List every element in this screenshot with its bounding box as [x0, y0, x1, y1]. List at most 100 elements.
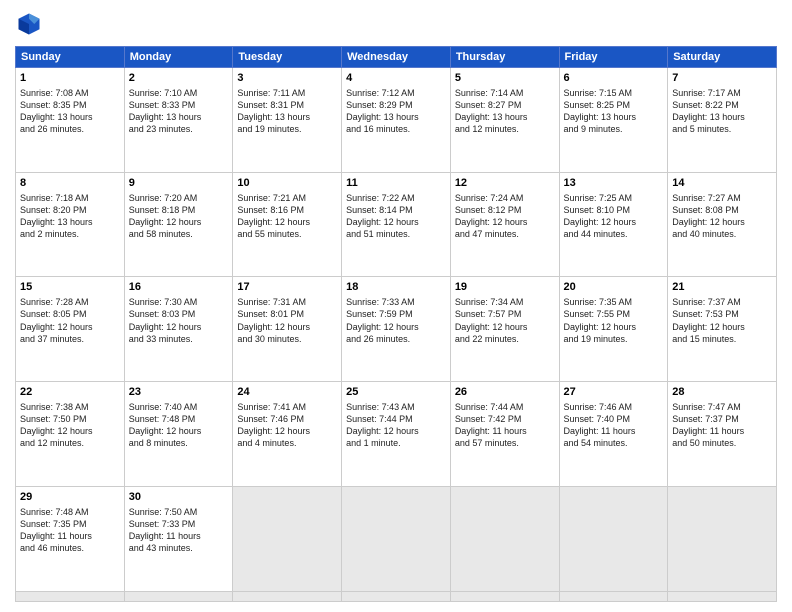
day-info: Sunrise: 7:08 AMSunset: 8:35 PMDaylight:…	[20, 87, 120, 136]
day-info: Sunrise: 7:10 AMSunset: 8:33 PMDaylight:…	[129, 87, 229, 136]
day-info: Sunrise: 7:38 AMSunset: 7:50 PMDaylight:…	[20, 401, 120, 450]
header	[15, 10, 777, 38]
day-number: 29	[20, 490, 120, 505]
calendar-cell: 15Sunrise: 7:28 AMSunset: 8:05 PMDayligh…	[16, 277, 125, 382]
calendar-cell: 19Sunrise: 7:34 AMSunset: 7:57 PMDayligh…	[450, 277, 559, 382]
weekday-header-row: SundayMondayTuesdayWednesdayThursdayFrid…	[16, 47, 777, 68]
day-info: Sunrise: 7:31 AMSunset: 8:01 PMDaylight:…	[237, 296, 337, 345]
calendar-cell	[342, 486, 451, 591]
calendar-cell: 27Sunrise: 7:46 AMSunset: 7:40 PMDayligh…	[559, 382, 668, 487]
day-number: 9	[129, 176, 229, 191]
day-info: Sunrise: 7:37 AMSunset: 7:53 PMDaylight:…	[672, 296, 772, 345]
day-info: Sunrise: 7:27 AMSunset: 8:08 PMDaylight:…	[672, 192, 772, 241]
day-number: 30	[129, 490, 229, 505]
day-number: 4	[346, 71, 446, 86]
calendar-cell: 16Sunrise: 7:30 AMSunset: 8:03 PMDayligh…	[124, 277, 233, 382]
day-number: 11	[346, 176, 446, 191]
day-info: Sunrise: 7:40 AMSunset: 7:48 PMDaylight:…	[129, 401, 229, 450]
day-info: Sunrise: 7:15 AMSunset: 8:25 PMDaylight:…	[564, 87, 664, 136]
calendar-cell: 22Sunrise: 7:38 AMSunset: 7:50 PMDayligh…	[16, 382, 125, 487]
calendar-cell	[124, 591, 233, 601]
day-info: Sunrise: 7:17 AMSunset: 8:22 PMDaylight:…	[672, 87, 772, 136]
day-number: 15	[20, 280, 120, 295]
calendar-cell: 23Sunrise: 7:40 AMSunset: 7:48 PMDayligh…	[124, 382, 233, 487]
logo-icon	[15, 10, 43, 38]
calendar-week-row: 22Sunrise: 7:38 AMSunset: 7:50 PMDayligh…	[16, 382, 777, 487]
weekday-header-monday: Monday	[124, 47, 233, 68]
day-number: 10	[237, 176, 337, 191]
day-info: Sunrise: 7:14 AMSunset: 8:27 PMDaylight:…	[455, 87, 555, 136]
calendar-week-row: 8Sunrise: 7:18 AMSunset: 8:20 PMDaylight…	[16, 172, 777, 277]
day-number: 7	[672, 71, 772, 86]
calendar-cell: 12Sunrise: 7:24 AMSunset: 8:12 PMDayligh…	[450, 172, 559, 277]
day-number: 12	[455, 176, 555, 191]
calendar-cell	[16, 591, 125, 601]
calendar-cell: 2Sunrise: 7:10 AMSunset: 8:33 PMDaylight…	[124, 68, 233, 173]
calendar-cell	[450, 591, 559, 601]
day-info: Sunrise: 7:24 AMSunset: 8:12 PMDaylight:…	[455, 192, 555, 241]
day-info: Sunrise: 7:12 AMSunset: 8:29 PMDaylight:…	[346, 87, 446, 136]
calendar-week-row: 1Sunrise: 7:08 AMSunset: 8:35 PMDaylight…	[16, 68, 777, 173]
day-info: Sunrise: 7:28 AMSunset: 8:05 PMDaylight:…	[20, 296, 120, 345]
calendar-cell: 6Sunrise: 7:15 AMSunset: 8:25 PMDaylight…	[559, 68, 668, 173]
calendar-cell: 29Sunrise: 7:48 AMSunset: 7:35 PMDayligh…	[16, 486, 125, 591]
weekday-header-wednesday: Wednesday	[342, 47, 451, 68]
calendar-cell: 25Sunrise: 7:43 AMSunset: 7:44 PMDayligh…	[342, 382, 451, 487]
day-info: Sunrise: 7:35 AMSunset: 7:55 PMDaylight:…	[564, 296, 664, 345]
calendar-cell: 5Sunrise: 7:14 AMSunset: 8:27 PMDaylight…	[450, 68, 559, 173]
calendar-cell: 17Sunrise: 7:31 AMSunset: 8:01 PMDayligh…	[233, 277, 342, 382]
day-info: Sunrise: 7:22 AMSunset: 8:14 PMDaylight:…	[346, 192, 446, 241]
day-number: 24	[237, 385, 337, 400]
calendar-cell: 20Sunrise: 7:35 AMSunset: 7:55 PMDayligh…	[559, 277, 668, 382]
calendar-cell: 18Sunrise: 7:33 AMSunset: 7:59 PMDayligh…	[342, 277, 451, 382]
calendar-cell: 8Sunrise: 7:18 AMSunset: 8:20 PMDaylight…	[16, 172, 125, 277]
day-info: Sunrise: 7:46 AMSunset: 7:40 PMDaylight:…	[564, 401, 664, 450]
day-info: Sunrise: 7:41 AMSunset: 7:46 PMDaylight:…	[237, 401, 337, 450]
weekday-header-thursday: Thursday	[450, 47, 559, 68]
day-info: Sunrise: 7:25 AMSunset: 8:10 PMDaylight:…	[564, 192, 664, 241]
calendar-cell	[559, 486, 668, 591]
page: SundayMondayTuesdayWednesdayThursdayFrid…	[0, 0, 792, 612]
calendar-cell: 30Sunrise: 7:50 AMSunset: 7:33 PMDayligh…	[124, 486, 233, 591]
day-info: Sunrise: 7:20 AMSunset: 8:18 PMDaylight:…	[129, 192, 229, 241]
day-number: 6	[564, 71, 664, 86]
calendar-cell: 14Sunrise: 7:27 AMSunset: 8:08 PMDayligh…	[668, 172, 777, 277]
weekday-header-friday: Friday	[559, 47, 668, 68]
calendar-week-row: 15Sunrise: 7:28 AMSunset: 8:05 PMDayligh…	[16, 277, 777, 382]
day-number: 19	[455, 280, 555, 295]
day-number: 28	[672, 385, 772, 400]
day-info: Sunrise: 7:44 AMSunset: 7:42 PMDaylight:…	[455, 401, 555, 450]
day-number: 16	[129, 280, 229, 295]
day-number: 18	[346, 280, 446, 295]
day-number: 27	[564, 385, 664, 400]
day-info: Sunrise: 7:47 AMSunset: 7:37 PMDaylight:…	[672, 401, 772, 450]
calendar-cell: 28Sunrise: 7:47 AMSunset: 7:37 PMDayligh…	[668, 382, 777, 487]
day-number: 14	[672, 176, 772, 191]
day-number: 26	[455, 385, 555, 400]
day-info: Sunrise: 7:33 AMSunset: 7:59 PMDaylight:…	[346, 296, 446, 345]
day-info: Sunrise: 7:18 AMSunset: 8:20 PMDaylight:…	[20, 192, 120, 241]
calendar-cell	[233, 591, 342, 601]
day-info: Sunrise: 7:11 AMSunset: 8:31 PMDaylight:…	[237, 87, 337, 136]
day-info: Sunrise: 7:48 AMSunset: 7:35 PMDaylight:…	[20, 506, 120, 555]
calendar-cell: 24Sunrise: 7:41 AMSunset: 7:46 PMDayligh…	[233, 382, 342, 487]
weekday-header-tuesday: Tuesday	[233, 47, 342, 68]
calendar-cell: 21Sunrise: 7:37 AMSunset: 7:53 PMDayligh…	[668, 277, 777, 382]
calendar-week-row: 29Sunrise: 7:48 AMSunset: 7:35 PMDayligh…	[16, 486, 777, 591]
logo	[15, 10, 47, 38]
weekday-header-saturday: Saturday	[668, 47, 777, 68]
day-number: 22	[20, 385, 120, 400]
calendar-cell: 9Sunrise: 7:20 AMSunset: 8:18 PMDaylight…	[124, 172, 233, 277]
calendar-table: SundayMondayTuesdayWednesdayThursdayFrid…	[15, 46, 777, 602]
weekday-header-sunday: Sunday	[16, 47, 125, 68]
day-number: 21	[672, 280, 772, 295]
day-number: 3	[237, 71, 337, 86]
day-number: 8	[20, 176, 120, 191]
day-info: Sunrise: 7:21 AMSunset: 8:16 PMDaylight:…	[237, 192, 337, 241]
day-info: Sunrise: 7:43 AMSunset: 7:44 PMDaylight:…	[346, 401, 446, 450]
calendar-cell: 11Sunrise: 7:22 AMSunset: 8:14 PMDayligh…	[342, 172, 451, 277]
calendar-cell	[668, 591, 777, 601]
day-info: Sunrise: 7:50 AMSunset: 7:33 PMDaylight:…	[129, 506, 229, 555]
day-number: 23	[129, 385, 229, 400]
calendar-cell	[559, 591, 668, 601]
